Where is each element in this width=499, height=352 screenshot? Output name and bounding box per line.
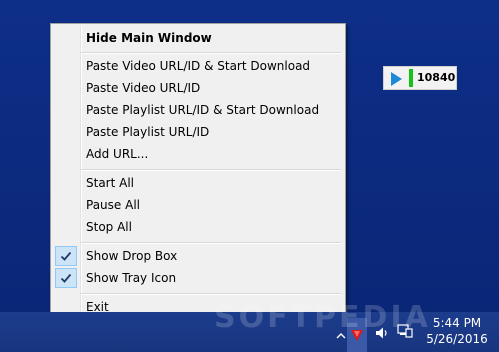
menu-item-label: Paste Video URL/ID & Start Download <box>86 59 311 73</box>
menu-item-label: Pause All <box>86 198 140 212</box>
menu-item-paste-video[interactable]: Paste Video URL/ID <box>53 77 343 99</box>
menu-item-start-all[interactable]: Start All <box>53 172 343 194</box>
play-icon[interactable] <box>391 72 402 86</box>
menu-item-hide-main-window[interactable]: Hide Main Window <box>53 27 343 49</box>
menu-item-show-tray-icon[interactable]: Show Tray Icon <box>53 267 343 289</box>
menu-separator <box>81 52 341 54</box>
menu-separator <box>81 242 341 244</box>
menu-item-label: Add URL... <box>86 147 149 161</box>
menu-item-paste-playlist[interactable]: Paste Playlist URL/ID <box>53 121 343 143</box>
clock-date: 5/26/2016 <box>426 332 488 346</box>
check-icon <box>55 246 77 266</box>
menu-item-paste-video-start[interactable]: Paste Video URL/ID & Start Download <box>53 55 343 77</box>
menu-item-stop-all[interactable]: Stop All <box>53 216 343 238</box>
menu-separator <box>81 169 341 171</box>
clock-time: 5:44 PM <box>432 316 482 330</box>
menu-item-label: Hide Main Window <box>86 31 212 45</box>
drop-box[interactable]: 10840 <box>383 66 457 90</box>
menu-separator <box>81 293 341 295</box>
context-menu: Hide Main Window Paste Video URL/ID & St… <box>50 23 346 320</box>
menu-item-label: Paste Playlist URL/ID & Start Download <box>86 103 320 117</box>
menu-item-show-drop-box[interactable]: Show Drop Box <box>53 245 343 267</box>
taskbar-clock[interactable]: 5:44 PM 5/26/2016 <box>422 315 492 347</box>
watermark: SOFTPEDIA <box>214 300 431 335</box>
menu-item-label: Paste Video URL/ID <box>86 81 201 95</box>
check-icon <box>55 268 77 288</box>
progress-bar <box>409 69 413 87</box>
menu-item-paste-playlist-start[interactable]: Paste Playlist URL/ID & Start Download <box>53 99 343 121</box>
menu-item-add-url[interactable]: Add URL... <box>53 143 343 165</box>
menu-item-label: Show Tray Icon <box>86 271 177 285</box>
menu-item-label: Show Drop Box <box>86 249 178 263</box>
drop-box-count: 10840 <box>417 71 456 84</box>
menu-item-pause-all[interactable]: Pause All <box>53 194 343 216</box>
menu-item-label: Start All <box>86 176 135 190</box>
menu-item-label: Paste Playlist URL/ID <box>86 125 210 139</box>
menu-item-label: Stop All <box>86 220 132 234</box>
